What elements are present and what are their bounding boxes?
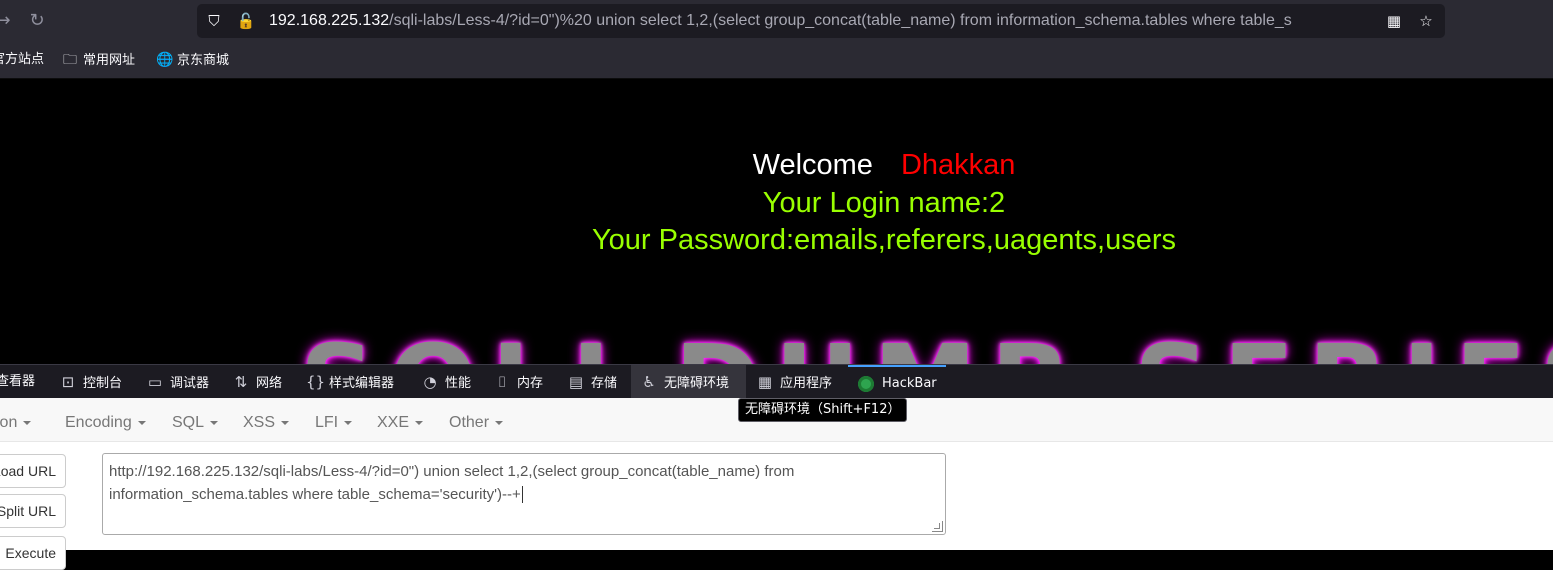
globe-icon: 🌐 xyxy=(156,52,174,68)
tab-label: 内存 xyxy=(517,376,544,391)
qr-code-icon[interactable]: ▦ xyxy=(1383,10,1405,32)
caret-down-icon xyxy=(344,420,353,425)
tab-accessibility[interactable]: ♿ 无障碍环境 xyxy=(631,365,746,399)
folder-icon: 🗀 xyxy=(63,52,77,68)
menu-action[interactable]: ion xyxy=(0,398,32,441)
forward-arrow-icon[interactable]: → xyxy=(0,8,16,34)
welcome-line: Welcome Dhakkan xyxy=(0,149,1553,182)
tab-storage[interactable]: ▤ 存储 xyxy=(568,365,617,399)
debugger-icon: ▭ xyxy=(147,373,163,391)
execute-button[interactable]: Execute xyxy=(0,536,66,570)
bookmark-label: 官方站点 xyxy=(0,52,45,67)
network-icon: ⇅ xyxy=(234,373,248,391)
reload-icon[interactable]: ↻ xyxy=(24,8,50,34)
tab-label: HackBar xyxy=(882,376,937,391)
menu-label: ion xyxy=(0,414,18,431)
performance-icon: ◔ xyxy=(423,373,437,391)
caret-down-icon xyxy=(495,420,504,425)
menu-label: XSS xyxy=(243,414,276,431)
menu-xxe[interactable]: XXE xyxy=(377,398,424,441)
bookmark-star-icon[interactable]: ☆ xyxy=(1415,10,1437,32)
tab-label: 无障碍环境 xyxy=(664,376,730,391)
menu-label: LFI xyxy=(315,414,339,431)
shield-icon[interactable]: ⛉ xyxy=(203,10,225,32)
caret-down-icon xyxy=(137,420,146,425)
menu-xss[interactable]: XSS xyxy=(243,398,290,441)
bookmark-item[interactable]: 官方站点 xyxy=(0,42,44,78)
menu-label: Other xyxy=(449,414,490,431)
tab-memory[interactable]: ⌷ 内存 xyxy=(494,365,543,399)
tab-label: 查看器 xyxy=(0,374,36,389)
menu-sql[interactable]: SQL xyxy=(172,398,219,441)
tab-performance[interactable]: ◔ 性能 xyxy=(422,365,471,399)
caret-down-icon xyxy=(23,420,32,425)
bookmark-item[interactable]: 🌐 京东商城 xyxy=(156,42,229,78)
menu-lfi[interactable]: LFI xyxy=(315,398,353,441)
accessibility-icon: ♿ xyxy=(642,373,656,391)
welcome-text: Welcome xyxy=(752,149,873,181)
console-icon: ⊡ xyxy=(61,373,75,391)
tab-label: 性能 xyxy=(445,376,472,391)
url-text[interactable]: 192.168.225.132/sqli-labs/Less-4/?id=0")… xyxy=(269,4,1377,38)
menu-label: Encoding xyxy=(65,414,132,431)
caret-down-icon xyxy=(210,420,219,425)
url-textarea-value: http://192.168.225.132/sqli-labs/Less-4/… xyxy=(109,463,795,503)
menu-other[interactable]: Other xyxy=(449,398,504,441)
login-name-line: Your Login name:2 xyxy=(762,187,1006,219)
memory-icon: ⌷ xyxy=(497,373,507,391)
style-editor-icon: {} xyxy=(306,373,326,391)
storage-icon: ▤ xyxy=(568,373,584,391)
menu-label: XXE xyxy=(377,414,410,431)
username-text: Dhakkan xyxy=(900,149,1016,181)
text-cursor xyxy=(521,486,523,503)
tab-debugger[interactable]: ▭ 调试器 xyxy=(147,365,209,399)
url-host: 192.168.225.132 xyxy=(269,12,390,29)
tab-label: 网络 xyxy=(256,376,283,391)
browser-toolbar: → ↻ ⛉ 🔓 192.168.225.132/sqli-labs/Less-4… xyxy=(0,0,1553,42)
tab-style-editor[interactable]: {} 样式编辑器 xyxy=(306,365,394,399)
tab-hackbar[interactable]: HackBar xyxy=(848,365,946,399)
tab-console[interactable]: ⊡ 控制台 xyxy=(60,365,122,399)
devtools-tabbar: 查看器 ⊡ 控制台 ▭ 调试器 ⇅ 网络 {} 样式编辑器 ◔ 性能 ⌷ 内存 ▤ 存储 ♿ 无… xyxy=(0,364,1553,399)
split-url-button[interactable]: Split URL xyxy=(0,494,66,528)
url-textarea[interactable]: http://192.168.225.132/sqli-labs/Less-4/… xyxy=(102,453,946,535)
sqli-banner: SQLI DUMB SERIES-4 xyxy=(300,331,1553,364)
bookmark-item[interactable]: 🗀 常用网址 xyxy=(62,42,135,78)
application-icon: ▦ xyxy=(757,373,773,391)
insecure-lock-icon[interactable]: 🔓 xyxy=(235,10,257,32)
tab-inspector[interactable]: 查看器 xyxy=(0,365,35,399)
tooltip: 无障碍环境（Shift+F12） xyxy=(738,398,908,422)
tab-network[interactable]: ⇅ 网络 xyxy=(233,365,282,399)
tab-label: 控制台 xyxy=(83,376,123,391)
tab-label: 存储 xyxy=(591,376,618,391)
tab-label: 样式编辑器 xyxy=(329,376,395,391)
caret-down-icon xyxy=(281,420,290,425)
caret-down-icon xyxy=(415,420,424,425)
menu-label: SQL xyxy=(172,414,205,431)
tab-application[interactable]: ▦ 应用程序 xyxy=(757,365,832,399)
resize-handle-icon[interactable] xyxy=(932,521,943,532)
tab-label: 应用程序 xyxy=(780,376,833,391)
address-bar[interactable]: ⛉ 🔓 192.168.225.132/sqli-labs/Less-4/?id… xyxy=(197,4,1445,38)
page-content: Welcome Dhakkan Your Login name:2 Your Pa… xyxy=(0,79,1553,364)
password-line: Your Password:emails,referers,uagents,us… xyxy=(591,224,1177,256)
hackbar-icon xyxy=(858,375,874,392)
url-path: /sqli-labs/Less-4/?id=0")%20 union selec… xyxy=(389,12,1292,29)
menu-encoding[interactable]: Encoding xyxy=(65,398,146,441)
tab-label: 调试器 xyxy=(170,376,210,391)
banner-text: SQLI DUMB SERIES-4 xyxy=(300,331,1553,364)
load-url-button[interactable]: Load URL xyxy=(0,454,66,488)
bookmark-label: 常用网址 xyxy=(83,53,136,68)
bookmarks-bar: 官方站点 🗀 常用网址 🌐京东商城 xyxy=(0,42,1553,79)
bookmark-label: 京东商城 xyxy=(177,53,230,68)
